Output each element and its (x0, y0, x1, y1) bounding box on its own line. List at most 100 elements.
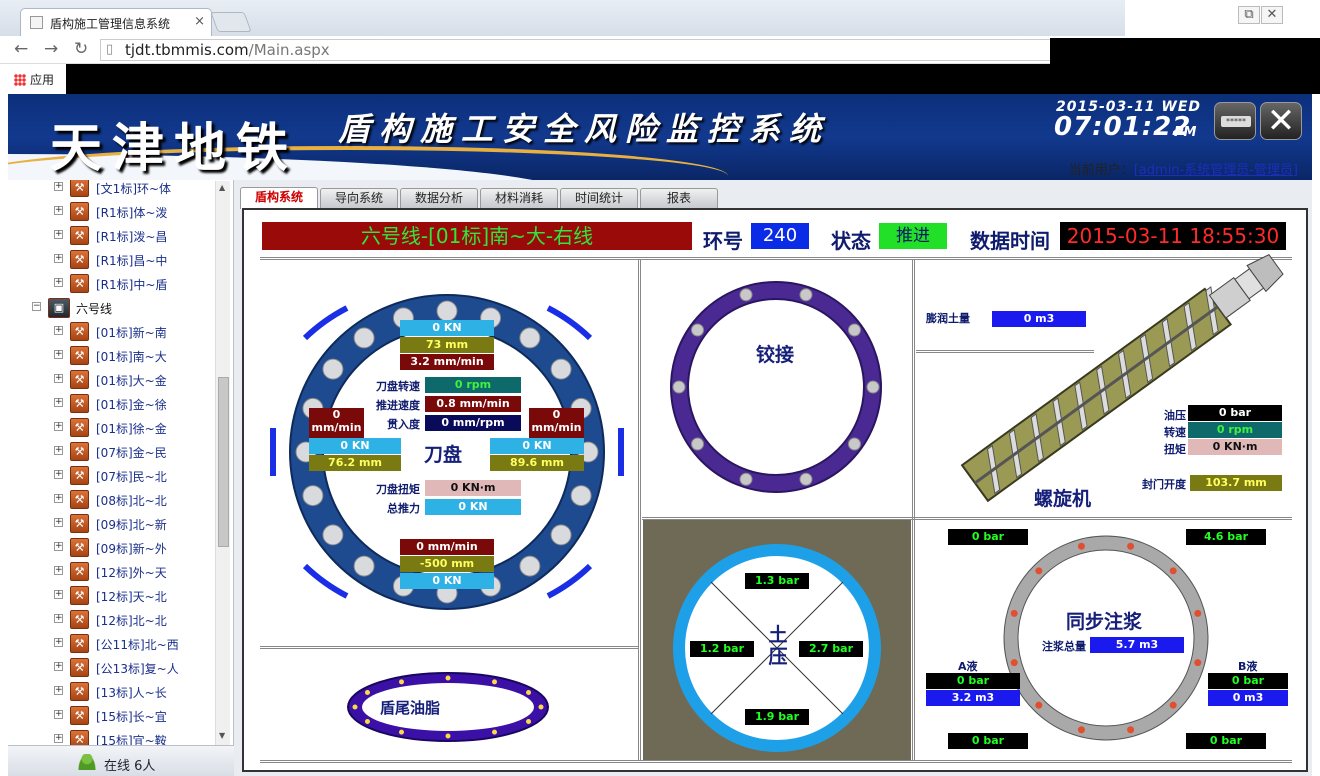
cutter-bottom-force: 0 KN (400, 573, 494, 589)
grout-port (1127, 542, 1135, 550)
left-jack-disp: 76.2 mm (309, 455, 401, 471)
cutter-torque-value: 0 KN·m (425, 480, 521, 496)
cutter-bolt (302, 485, 324, 507)
grout-total-label: 注浆总量 (1042, 640, 1086, 653)
screw-speed-value: 0 rpm (1188, 422, 1282, 438)
tail-bolt (492, 729, 497, 735)
cutter-top-speed: 3.2 mm/min (400, 354, 494, 370)
cutter-bolt (436, 300, 458, 322)
earth-pressure-bottom: 1.9 bar (745, 709, 809, 725)
cutter-top-disp: 73 mm (400, 337, 494, 353)
grout-port (1169, 567, 1177, 575)
cutter-top-force: 0 KN (400, 320, 494, 336)
hinge-bolt (672, 380, 686, 394)
tail-bolt (399, 679, 404, 685)
right-jack-speed: 0 mm/min (529, 408, 584, 438)
cutter-speed-label: 刀盘转速 (376, 380, 420, 393)
earth-pressure-left: 1.2 bar (690, 641, 754, 657)
grout-port (1194, 609, 1202, 617)
screw-title: 螺旋机 (1034, 488, 1092, 510)
earth-pressure-top: 1.3 bar (745, 573, 809, 589)
cutter-bottom-speed: 0 mm/min (400, 539, 494, 555)
hinge-bolt (739, 288, 753, 302)
left-jack-force: 0 KN (309, 438, 401, 454)
grout-b-volume: 0 m3 (1208, 690, 1288, 706)
earth-pressure-right: 2.7 bar (799, 641, 863, 657)
machine-graphics (270, 253, 1284, 760)
tail-bolt (492, 679, 497, 685)
tail-bolt (526, 690, 532, 695)
tail-bolt (526, 719, 532, 724)
grout-a-volume: 3.2 m3 (926, 690, 1020, 706)
tail-bolt (364, 719, 370, 724)
screw-torque-value: 0 KN·m (1188, 439, 1282, 455)
hinge-bolt (799, 288, 813, 302)
tail-grease-title: 盾尾油脂 (380, 699, 441, 717)
grout-b-pressure: 0 bar (1208, 673, 1288, 689)
grout-pressure-bottom-right: 0 bar (1186, 733, 1266, 749)
grout-pressure-top-right: 4.6 bar (1186, 529, 1266, 545)
hinge-bolt (691, 323, 705, 337)
cutter-bolt (519, 555, 541, 577)
grout-a-label: A液 (958, 660, 978, 673)
cutter-bottom-disp: -500 mm (400, 556, 494, 572)
hinge-bolt (847, 437, 861, 451)
total-thrust-value: 0 KN (425, 499, 521, 515)
grout-b-label: B液 (1238, 660, 1258, 673)
advance-speed-value: 0.8 mm/min (425, 396, 521, 412)
grout-port (1194, 659, 1202, 667)
cutter-bolt (353, 555, 375, 577)
right-jack-force: 0 KN (490, 438, 584, 454)
grout-port (1035, 567, 1043, 575)
grout-title: 同步注浆 (1066, 611, 1143, 633)
screw-torque-label: 扭矩 (1164, 443, 1186, 456)
grout-pressure-bottom-left: 0 bar (948, 733, 1028, 749)
hinge-bolt (799, 472, 813, 486)
cutter-bolt (570, 485, 592, 507)
cutter-bolt (550, 524, 572, 546)
screw-conveyor (960, 253, 1284, 503)
cutter-speed-value: 0 rpm (425, 377, 521, 393)
left-jack-speed: 0 mm/min (309, 408, 364, 438)
grout-port (1035, 701, 1043, 709)
grout-port (1010, 659, 1018, 667)
penetration-value: 0 mm/rpm (425, 415, 521, 431)
cutter-bolt (322, 524, 344, 546)
gate-opening-label: 封门开度 (1142, 478, 1186, 491)
cutter-bolt (519, 327, 541, 349)
tail-bolt (399, 729, 404, 735)
grout-port (1169, 701, 1177, 709)
tail-ring (347, 672, 549, 742)
bentonite-value: 0 m3 (992, 311, 1086, 327)
cutter-title: 刀盘 (424, 444, 463, 466)
hinge-bolt (847, 323, 861, 337)
tail-bolt (352, 704, 358, 710)
grout-port (1010, 609, 1018, 617)
hinge-ring (670, 281, 882, 493)
grout-pressure-top-left: 0 bar (948, 529, 1028, 545)
hinge-bolt (691, 437, 705, 451)
hinge-title: 铰接 (756, 344, 795, 366)
cutter-bolt (550, 358, 572, 380)
tail-bolt (364, 690, 370, 695)
right-jack-disp: 89.6 mm (490, 455, 584, 471)
tail-bolt (445, 675, 451, 681)
bentonite-label: 膨润土量 (926, 312, 970, 325)
screw-oil-value: 0 bar (1188, 405, 1282, 421)
hinge-bolt (739, 472, 753, 486)
grout-total-value: 5.7 m3 (1090, 637, 1184, 653)
cutter-torque-label: 刀盘扭矩 (376, 483, 420, 496)
grout-port (1077, 542, 1085, 550)
cutter-bolt (322, 358, 344, 380)
grout-port (1127, 726, 1135, 734)
earth-pressure-title: 土压 (768, 624, 788, 668)
screw-speed-label: 转速 (1164, 426, 1186, 439)
grout-a-pressure: 0 bar (926, 673, 1020, 689)
hinge-bolt (866, 380, 880, 394)
screw-oil-label: 油压 (1164, 409, 1186, 422)
gate-opening-value: 103.7 mm (1190, 475, 1282, 491)
grout-port (1077, 726, 1085, 734)
tail-bolt (538, 704, 544, 710)
total-thrust-label: 总推力 (387, 502, 420, 515)
cutter-bolt (353, 327, 375, 349)
